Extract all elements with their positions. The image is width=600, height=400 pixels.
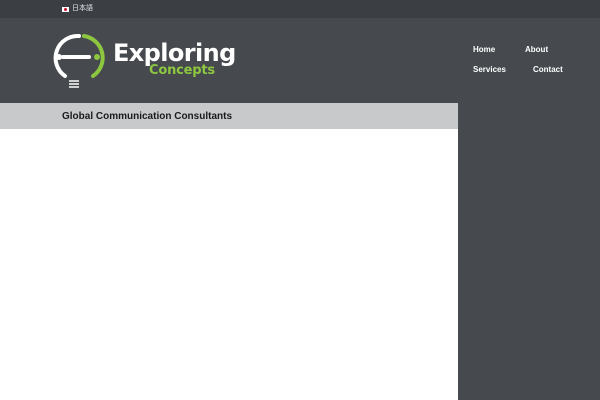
sidebar	[458, 103, 600, 400]
page-title-bar: Global Communication Consultants	[0, 103, 458, 129]
logo-subtitle: Concepts	[149, 63, 215, 78]
language-switcher[interactable]: 日本語	[62, 4, 93, 14]
nav-item-home[interactable]: Home	[473, 45, 495, 55]
main-content	[0, 129, 458, 400]
page-title: Global Communication Consultants	[62, 111, 233, 122]
japan-flag-icon	[62, 6, 69, 12]
language-label: 日本語	[72, 5, 93, 12]
top-bar: 日本語	[0, 0, 600, 18]
nav-item-services[interactable]: Services	[473, 65, 506, 75]
site-header: Exploring Concepts Home About Services C…	[0, 18, 600, 108]
lightbulb-logo-icon	[53, 33, 105, 88]
site-logo[interactable]: Exploring Concepts	[53, 32, 236, 92]
nav-item-contact[interactable]: Contact	[533, 65, 563, 75]
nav-item-about[interactable]: About	[525, 45, 548, 55]
